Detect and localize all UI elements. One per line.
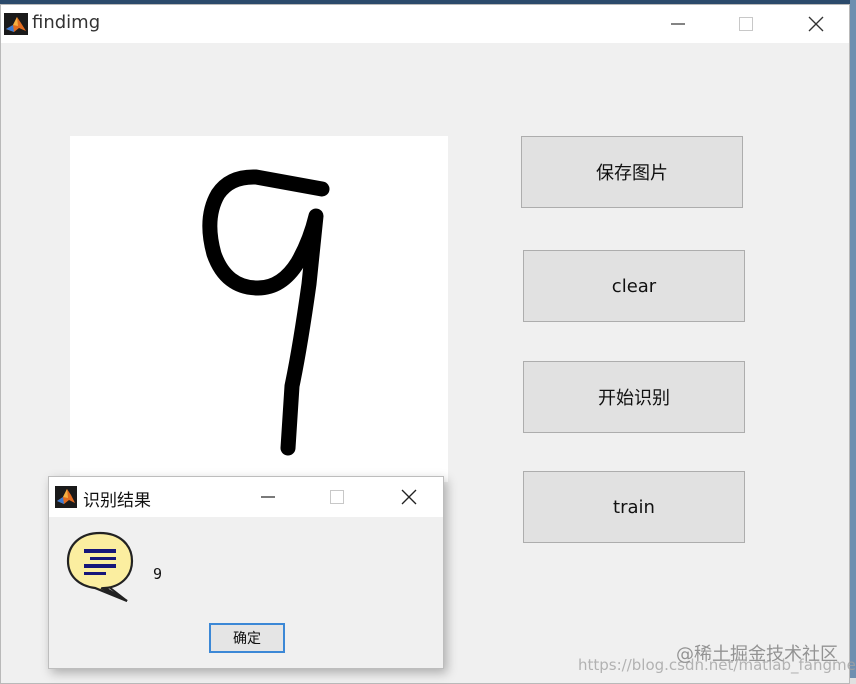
ok-button[interactable]: 确定 (209, 623, 285, 653)
close-icon (401, 489, 417, 505)
matlab-logo-icon (4, 13, 28, 35)
dialog-minimize-button[interactable] (248, 477, 288, 517)
start-recognition-button[interactable]: 开始识别 (523, 361, 745, 433)
help-speech-bubble-icon (65, 529, 135, 605)
dialog-title: 识别结果 (83, 491, 151, 511)
minimize-button[interactable] (655, 5, 701, 43)
dialog-titlebar[interactable]: 识别结果 (49, 477, 443, 517)
maximize-button[interactable] (723, 5, 769, 43)
dialog-maximize-button[interactable] (317, 477, 357, 517)
close-button[interactable] (793, 5, 839, 43)
minimize-icon (261, 496, 275, 498)
dialog-close-button[interactable] (389, 477, 429, 517)
close-icon (808, 16, 824, 32)
maximize-icon (739, 17, 753, 31)
minimize-icon (671, 23, 685, 25)
handwritten-digit-drawing (202, 169, 330, 456)
drawing-canvas[interactable] (70, 136, 448, 482)
result-dialog: 识别结果 9 确定 (48, 476, 444, 669)
train-button[interactable]: train (523, 471, 745, 543)
desktop-background-right (850, 0, 856, 684)
clear-button[interactable]: clear (523, 250, 745, 322)
result-message: 9 (153, 565, 163, 583)
matlab-logo-icon (55, 486, 77, 508)
maximize-icon (330, 490, 344, 504)
save-image-button[interactable]: 保存图片 (521, 136, 743, 208)
main-titlebar[interactable]: findimg (1, 5, 849, 43)
window-title: findimg (32, 12, 101, 33)
site-watermark: @稀土掘金技术社区 (676, 644, 838, 665)
